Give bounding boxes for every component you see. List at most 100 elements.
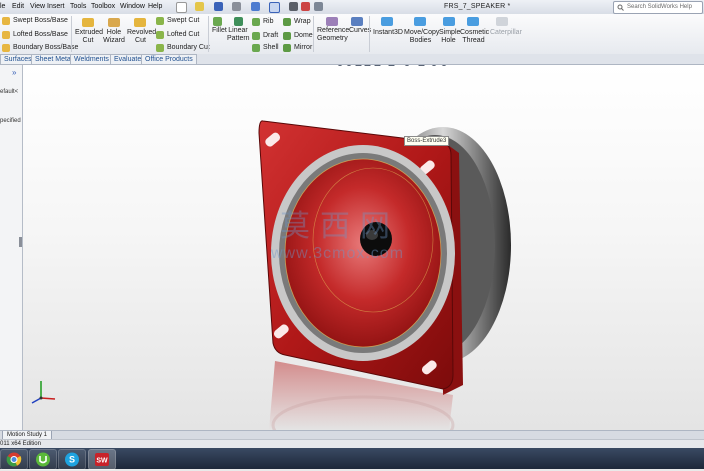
stoplight-icon[interactable] <box>301 2 310 11</box>
draft-icon <box>252 32 260 40</box>
options-icon[interactable] <box>314 2 323 11</box>
menu-help[interactable]: Help <box>148 3 162 10</box>
mirror-button[interactable]: Mirror <box>294 44 312 52</box>
move-copy-bodies-icon <box>414 17 426 26</box>
reference-geometry-button[interactable]: Reference Geometry <box>317 27 350 43</box>
feature-manager-panel[interactable]: » efault< pecified <box>0 65 23 430</box>
revolved-cut-label2: Cut <box>135 37 146 44</box>
rib-button[interactable]: Rib <box>263 18 274 26</box>
shell-icon <box>252 44 260 52</box>
search-box[interactable]: Search SolidWorks Help <box>613 1 703 14</box>
cosmetic-thread-button[interactable]: Cosmetic Thread <box>460 29 490 45</box>
simple-hole-button[interactable]: Simple Hole <box>439 29 460 45</box>
lofted-cut-button[interactable]: Lofted Cut <box>167 31 199 39</box>
tab-office-products[interactable]: Office Products <box>141 54 197 64</box>
instant3d-button[interactable]: Instant3D <box>373 29 403 37</box>
rib-icon <box>252 18 260 26</box>
command-manager-ribbon: Swept Boss/Base Lofted Boss/Base Boundar… <box>0 14 704 55</box>
windows-taskbar: S SW <box>0 448 704 470</box>
panel-splitter-handle[interactable] <box>19 237 22 247</box>
move-copy-bodies-label1: Move/Copy <box>404 29 440 36</box>
move-copy-bodies-label2: Bodies <box>409 37 432 44</box>
graphics-viewport[interactable]: Boss-Extrude3 莫西网 www.3cmox.com <box>23 65 704 430</box>
extruded-cut-button[interactable]: Extruded Cut <box>75 29 103 45</box>
utorrent-icon <box>36 452 50 467</box>
new-file-icon[interactable] <box>176 2 187 13</box>
command-tabs: Surfaces Sheet Metal Weldments Evaluate … <box>0 54 704 65</box>
undo-icon[interactable] <box>251 2 260 11</box>
save-icon[interactable] <box>214 2 223 11</box>
search-icon <box>617 4 624 11</box>
move-copy-bodies-button[interactable]: Move/Copy Bodies <box>404 29 440 45</box>
config-text-default: efault< <box>0 89 19 95</box>
linear-pattern-button[interactable]: Linear Pattern <box>227 27 250 43</box>
taskbar-solidworks-button[interactable]: SW <box>88 449 116 470</box>
lofted-boss-icon <box>2 31 10 39</box>
dome-icon <box>283 32 291 40</box>
menu-window[interactable]: Window <box>120 3 145 10</box>
revolved-cut-button[interactable]: Revolved Cut <box>127 29 157 45</box>
revolved-cut-icon <box>134 18 146 27</box>
rebuild-icon[interactable] <box>289 2 298 11</box>
dome-button[interactable]: Dome <box>294 32 313 40</box>
menu-toolbox[interactable]: Toolbox <box>91 3 115 10</box>
watermark-chinese-text: 莫西网 <box>280 209 400 244</box>
menu-view[interactable]: View <box>30 3 45 10</box>
open-file-icon[interactable] <box>195 2 204 11</box>
solidworks-icon: SW <box>95 453 109 466</box>
fillet-button[interactable]: Fillet <box>212 27 227 35</box>
tab-weldments[interactable]: Weldments <box>70 54 113 64</box>
hole-wizard-label2: Wizard <box>103 37 125 44</box>
orientation-triad-icon <box>31 381 56 404</box>
menu-insert[interactable]: Insert <box>47 3 65 10</box>
panel-expand-chevron[interactable]: » <box>12 68 16 77</box>
curves-button[interactable]: Curves <box>349 27 371 35</box>
skype-icon: S <box>65 452 79 467</box>
boundary-boss-button[interactable]: Boundary Boss/Base <box>13 44 78 52</box>
swept-boss-button[interactable]: Swept Boss/Base <box>13 17 68 25</box>
svg-text:S: S <box>69 455 75 465</box>
simple-hole-icon <box>443 17 455 26</box>
taskbar-skype-button[interactable]: S <box>58 449 86 470</box>
hole-wizard-label1: Hole <box>106 29 122 36</box>
menu-edit[interactable]: Edit <box>12 3 24 10</box>
print-icon[interactable] <box>232 2 241 11</box>
simple-hole-label2: Hole <box>441 37 456 44</box>
caterpillar-button[interactable]: Caterpillar <box>490 29 522 37</box>
revolved-cut-label1: Revolved <box>127 29 157 36</box>
swept-cut-icon <box>156 17 164 25</box>
window-title: FRS_7_SPEAKER * <box>444 3 511 10</box>
boundary-cut-icon <box>156 44 164 52</box>
menu-tools[interactable]: Tools <box>70 3 86 10</box>
shell-button[interactable]: Shell <box>263 44 279 52</box>
swept-boss-icon <box>2 17 10 25</box>
edition-status-text: 011 x64 Edition <box>0 441 41 447</box>
taskbar-utorrent-button[interactable] <box>29 449 57 470</box>
feature-tooltip: Boss-Extrude3 <box>404 136 450 146</box>
instant3d-icon <box>381 17 393 26</box>
extruded-cut-icon <box>82 18 94 27</box>
select-icon[interactable] <box>269 2 280 13</box>
boundary-cut-button[interactable]: Boundary Cut <box>167 44 210 52</box>
swept-cut-button[interactable]: Swept Cut <box>167 17 199 25</box>
material-text-unspecified: pecified <box>0 118 21 124</box>
tab-evaluate[interactable]: Evaluate <box>110 54 146 64</box>
taskbar-chrome-button[interactable] <box>0 449 28 470</box>
wrap-icon <box>283 18 291 26</box>
hole-wizard-button[interactable]: Hole Wizard <box>103 29 125 45</box>
lofted-boss-button[interactable]: Lofted Boss/Base <box>13 31 68 39</box>
reference-geometry-label1: Reference <box>317 27 350 34</box>
draft-button[interactable]: Draft <box>263 32 278 40</box>
reference-geometry-icon <box>326 17 338 26</box>
menu-file[interactable]: le <box>0 3 5 10</box>
wrap-button[interactable]: Wrap <box>294 18 311 26</box>
linear-pattern-label1: Linear <box>228 27 248 34</box>
cosmetic-thread-icon <box>467 17 479 26</box>
fillet-icon <box>213 17 222 26</box>
cosmetic-thread-label2: Thread <box>462 37 485 44</box>
reference-geometry-label2: Geometry <box>317 35 348 42</box>
watermark-url-text: www.3cmox.com <box>271 245 405 262</box>
svg-text:SW: SW <box>96 458 108 465</box>
cosmetic-thread-label1: Cosmetic <box>460 29 490 36</box>
curves-icon <box>351 17 363 26</box>
